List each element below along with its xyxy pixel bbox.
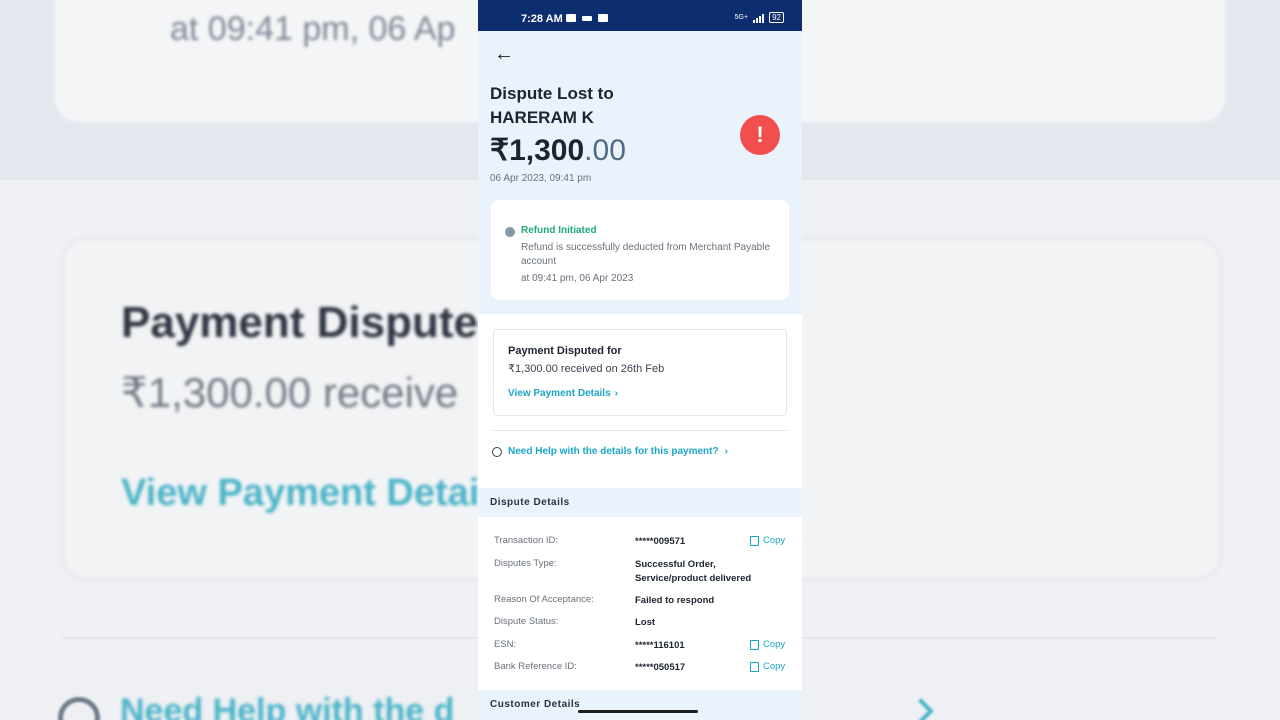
background-card-heading: Payment Disputed (121, 298, 505, 347)
timeline-dot-icon (505, 227, 515, 237)
detail-value: Successful Order, Service/product delive… (635, 559, 752, 584)
background-chevron-right-icon (908, 698, 934, 720)
view-payment-details-link[interactable]: View Payment Details › (508, 388, 618, 399)
background-card-link: View Payment Details (121, 472, 512, 514)
phone-screen: 7:28 AM 5G+ 92 ← Dispute Lost to HARERAM… (478, 0, 802, 720)
status-system-icons: 5G+ 92 (735, 12, 784, 23)
background-card-subtitle: ₹1,300.00 receive (121, 369, 459, 416)
detail-label: Reason Of Acceptance: (494, 594, 594, 605)
detail-value: Lost (635, 617, 656, 628)
chevron-right-icon: › (724, 446, 728, 457)
copy-icon (750, 535, 759, 546)
customer-details-section-header: Customer Details (478, 690, 802, 720)
refund-status-time: at 09:41 pm, 06 Apr 2023 (521, 273, 634, 284)
customer-details-title: Customer Details (490, 699, 581, 710)
arrow-left-icon[interactable]: ← (494, 43, 514, 66)
copy-label: Copy (763, 535, 786, 546)
payment-disputed-subtitle: ₹1,300.00 received on 26th Feb (508, 363, 665, 375)
divider (491, 430, 789, 431)
detail-label: Disputes Type: (494, 558, 557, 569)
dispute-details-section-header: Dispute Details (478, 488, 802, 517)
refund-status-description: Refund is successfully deducted from Mer… (521, 242, 771, 267)
refund-status-card: Refund Initiated Refund is successfully … (491, 200, 789, 300)
alert-icon: ! (740, 115, 780, 155)
status-bar: 7:28 AM 5G+ 92 (478, 0, 802, 31)
detail-label: Bank Reference ID: (494, 661, 577, 672)
gallery-icon (566, 14, 576, 22)
amount-decimal: .00 (584, 134, 626, 167)
detail-label: Transaction ID: (494, 535, 559, 546)
dispute-date: 06 Apr 2023, 09:41 pm (490, 173, 592, 184)
home-indicator[interactable] (578, 710, 698, 713)
help-link[interactable]: Need Help with the details for this paym… (492, 446, 728, 457)
detail-value: Failed to respond (635, 595, 715, 606)
copy-transaction-id-button[interactable]: Copy (750, 535, 785, 546)
background-help-link: Need Help with the d (58, 692, 454, 720)
page-title: Dispute Lost to HARERAM K (490, 84, 614, 127)
video-camera-icon (598, 14, 608, 22)
view-payment-details-label: View Payment Details (508, 388, 611, 399)
detail-label: Dispute Status: (494, 616, 559, 627)
status-notification-icons (566, 14, 608, 22)
help-link-label: Need Help with the details for this paym… (508, 446, 719, 457)
copy-label: Copy (763, 661, 786, 672)
amount-main: ₹1,300 (490, 134, 585, 167)
signal-icon (753, 13, 765, 23)
dispute-amount: ₹1,300.00 (490, 133, 626, 168)
detail-label: ESN: (494, 639, 517, 650)
network-type: 5G+ (734, 14, 749, 21)
status-time: 7:28 AM (521, 13, 563, 25)
battery-icon: 92 (769, 12, 784, 23)
refund-status-title: Refund Initiated (521, 225, 597, 236)
copy-esn-button[interactable]: Copy (750, 639, 785, 650)
background-help-text: Need Help with the d (120, 692, 455, 720)
copy-label: Copy (763, 639, 786, 650)
copy-bank-reference-button[interactable]: Copy (750, 661, 785, 672)
chevron-right-icon: › (614, 388, 618, 399)
lifebuoy-icon (492, 446, 502, 457)
payment-disputed-heading: Payment Disputed for (508, 345, 622, 357)
copy-icon (750, 661, 759, 672)
dispute-details-title: Dispute Details (490, 497, 570, 508)
copy-icon (750, 639, 759, 650)
background-timestamp-text: at 09:41 pm, 06 Ap (170, 10, 456, 48)
dispute-header: ← Dispute Lost to HARERAM K ₹1,300.00 06… (478, 31, 802, 314)
payment-disputed-card: Payment Disputed for ₹1,300.00 received … (493, 329, 787, 416)
message-icon (582, 16, 592, 21)
